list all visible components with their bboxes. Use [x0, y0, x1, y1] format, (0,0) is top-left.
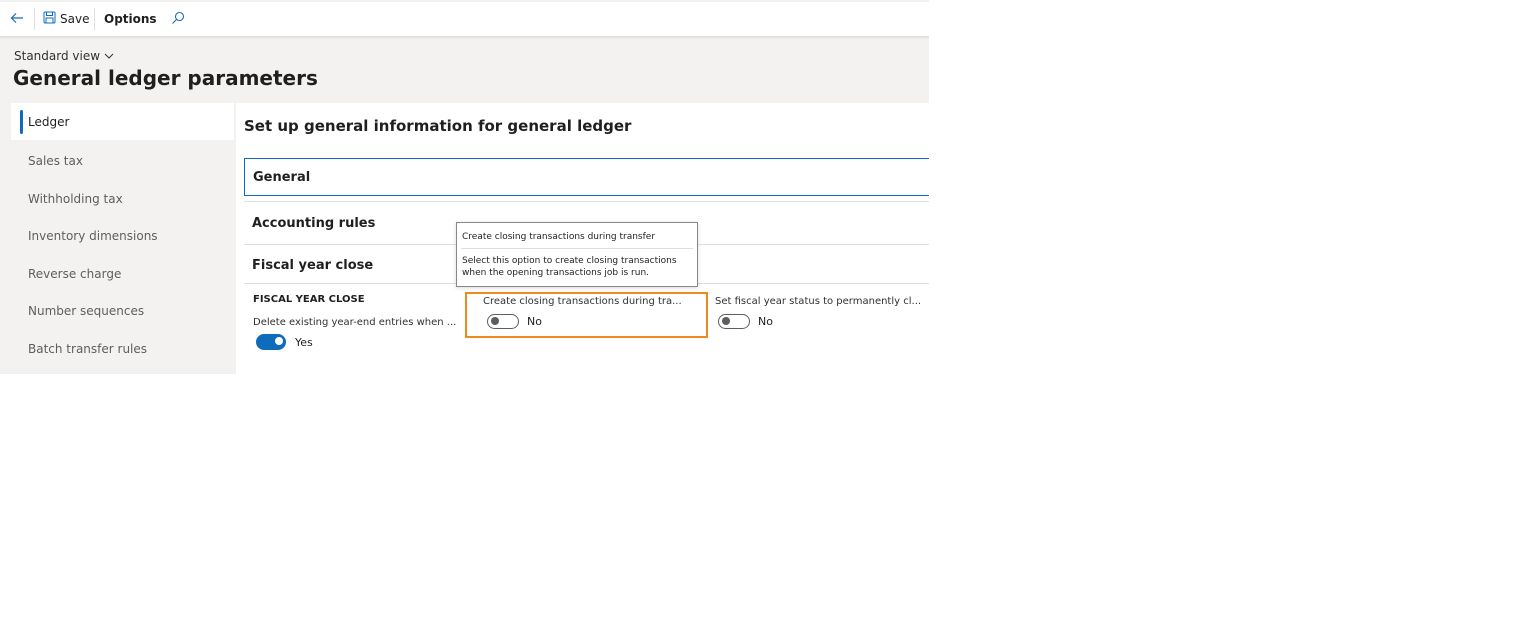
options-button[interactable]: Options [104, 2, 157, 36]
create-closing-transactions-toggle[interactable] [487, 314, 519, 329]
nav-item-label: Number sequences [28, 303, 145, 318]
section-title: Set up general information for general l… [244, 117, 632, 135]
toggle-knob [722, 317, 730, 325]
nav-item-reverse-charge[interactable]: Reverse charge [11, 255, 234, 292]
toolbar-divider [94, 8, 95, 30]
search-icon [171, 11, 185, 28]
back-button[interactable] [10, 2, 24, 36]
tooltip-title: Create closing transactions during trans… [462, 232, 656, 242]
search-button[interactable] [171, 2, 185, 36]
set-fiscal-year-status-label: Set fiscal year status to permanently cl… [715, 296, 922, 307]
nav-item-sales-tax[interactable]: Sales tax [11, 142, 234, 179]
delete-year-end-entries-value: Yes [295, 336, 313, 349]
options-label: Options [104, 12, 157, 26]
tooltip-body: Select this option to create closing tra… [462, 256, 677, 278]
tooltip-divider [461, 248, 693, 249]
save-label: Save [60, 12, 90, 26]
nav-item-label: Batch transfer rules [28, 341, 148, 356]
save-button[interactable]: Save [43, 2, 89, 36]
set-fiscal-year-status-value: No [758, 315, 773, 328]
fasttab-general[interactable]: General [244, 158, 929, 196]
delete-year-end-entries-toggle[interactable] [256, 334, 286, 350]
nav-item-number-sequences[interactable]: Number sequences [11, 292, 234, 329]
nav-item-batch-transfer-rules[interactable]: Batch transfer rules [11, 330, 234, 367]
fasttab-label: General [253, 169, 311, 185]
action-pane: Save Options [0, 2, 929, 37]
toggle-knob [275, 337, 283, 345]
view-selector[interactable]: Standard view [14, 49, 114, 63]
nav-item-label: Inventory dimensions [28, 228, 158, 243]
group-heading: FISCAL YEAR CLOSE [253, 294, 365, 305]
nav-item-ledger[interactable]: Ledger [11, 103, 234, 140]
toggle-knob [491, 317, 499, 325]
set-fiscal-year-status-toggle[interactable] [718, 314, 750, 329]
create-closing-transactions-label: Create closing transactions during tra..… [483, 296, 682, 307]
nav-item-label: Ledger [28, 114, 70, 129]
field-tooltip: Create closing transactions during trans… [456, 222, 698, 287]
nav-item-inventory-dimensions[interactable]: Inventory dimensions [11, 217, 234, 254]
nav-item-withholding-tax[interactable]: Withholding tax [11, 180, 234, 217]
divider [244, 201, 929, 202]
parameters-nav: Ledger Sales tax Withholding tax Invento… [11, 103, 234, 374]
page-title: General ledger parameters [13, 66, 318, 90]
view-selector-label: Standard view [14, 49, 101, 63]
back-arrow-icon [10, 11, 24, 28]
fasttab-label: Fiscal year close [252, 257, 374, 273]
create-closing-transactions-value: No [527, 315, 542, 328]
save-disk-icon [43, 11, 56, 27]
fasttab-label: Accounting rules [252, 215, 376, 231]
nav-item-label: Withholding tax [28, 191, 123, 206]
toolbar-divider [34, 8, 35, 30]
nav-item-label: Reverse charge [28, 266, 122, 281]
nav-item-label: Sales tax [28, 153, 83, 168]
chevron-down-icon [104, 49, 114, 63]
app-window: Save Options Standard view General ledge… [0, 0, 929, 374]
delete-year-end-entries-label: Delete existing year-end entries when ..… [253, 317, 457, 328]
